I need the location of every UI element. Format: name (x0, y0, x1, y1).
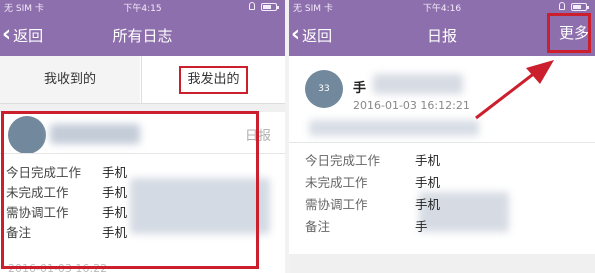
field-value: 手机 (415, 197, 441, 212)
tab-sent-label: 我发出的 (179, 66, 248, 94)
field-label: 需协调工作 (305, 197, 368, 212)
redacted-name (373, 74, 463, 94)
battery-icon (571, 3, 589, 11)
page-title: 所有日志 (112, 27, 173, 45)
more-button[interactable]: 更多 (559, 22, 589, 43)
battery-icon (261, 3, 279, 11)
field-value: 手机 (102, 225, 128, 240)
report-timestamp: 2016-01-03 16:12:21 (353, 99, 470, 112)
field-label: 今日完成工作 (6, 165, 82, 180)
arrow-head (526, 60, 554, 84)
field-row: 备注 手机 (0, 222, 285, 242)
field-value: 手机 (415, 153, 441, 168)
field-label: 备注 (305, 219, 331, 234)
field-row: 备注 手 (289, 216, 595, 236)
avatar: 33 (305, 70, 343, 108)
redacted-line (309, 120, 479, 136)
clock: 下午4:15 (123, 4, 162, 14)
orientation-lock-icon (249, 2, 255, 10)
bottom-separator (289, 254, 595, 273)
arrow-shaft (475, 70, 537, 120)
clock: 下午4:16 (422, 4, 462, 14)
red-arrow-annotation (475, 60, 554, 120)
field-row: 需协调工作 手机 (0, 202, 285, 222)
field-value: 手机 (102, 185, 128, 200)
author-name: 手 (353, 81, 367, 96)
field-label: 需协调工作 (6, 205, 69, 220)
log-card[interactable]: 日报 今日完成工作 手机 未完成工作 手机 需协调工作 手机 备注 手机 (0, 112, 285, 273)
field-label: 今日完成工作 (305, 153, 381, 168)
field-value: 手机 (415, 175, 441, 190)
field-value: 手机 (102, 205, 128, 220)
field-row: 未完成工作 手机 (289, 172, 595, 192)
log-tabs: 我收到的 我发出的 (0, 56, 285, 104)
header-divider (289, 142, 595, 143)
navigation-bar: ‹ 返回 所有日志 (0, 14, 285, 56)
next-card-timestamp: 2016-01-03 16:22 (8, 262, 108, 273)
orientation-lock-icon (559, 2, 565, 10)
status-bar: 无 SIM 卡 下午4:15 (0, 0, 285, 14)
field-row: 今日完成工作 手机 (0, 162, 285, 182)
card-divider (0, 153, 285, 154)
tab-received-label: 我收到的 (43, 72, 96, 87)
navigation-bar: ‹ 返回 日报 更多 (289, 14, 595, 56)
field-label: 备注 (6, 225, 32, 240)
field-value: 手机 (102, 165, 128, 180)
tab-sent[interactable]: 我发出的 (141, 56, 285, 103)
section-separator (0, 104, 285, 112)
field-row: 今日完成工作 手机 (289, 150, 595, 170)
field-row: 需协调工作 手机 (289, 194, 595, 214)
field-label: 未完成工作 (305, 175, 368, 190)
field-label: 未完成工作 (6, 185, 69, 200)
redacted-name (50, 124, 140, 144)
page-title: 日报 (426, 27, 457, 45)
tab-received[interactable]: 我收到的 (0, 56, 140, 103)
field-value: 手 (415, 219, 428, 234)
daily-report-screen: 无 SIM 卡 下午4:16 ‹ 返回 日报 更多 33 手 2016-01-0… (289, 0, 595, 273)
status-bar: 无 SIM 卡 下午4:16 (289, 0, 595, 14)
log-type-label: 日报 (244, 129, 271, 144)
all-logs-screen: 无 SIM 卡 下午4:15 ‹ 返回 所有日志 我收到的 我发出的 日报 今日… (0, 0, 285, 273)
avatar (8, 116, 46, 154)
field-row: 未完成工作 手机 (0, 182, 285, 202)
